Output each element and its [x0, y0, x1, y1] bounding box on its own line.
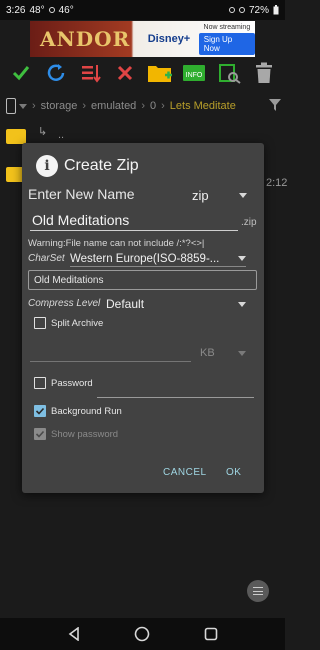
compress-level-value: Default: [106, 297, 145, 311]
chevron-down-icon: [239, 192, 247, 198]
parent-dir-label: ..: [58, 129, 65, 141]
format-value: zip: [192, 187, 209, 203]
show-password-label: Show password: [51, 428, 119, 440]
chevron-down-icon: [238, 256, 246, 261]
ad-brand: Disney+: [147, 33, 191, 45]
charset-preview: Old Meditations: [28, 270, 257, 290]
path-separator-icon: ›: [141, 100, 145, 112]
password-label: Password: [51, 377, 93, 389]
temperature-2: 46°: [58, 4, 74, 16]
signal-icon: [238, 7, 245, 13]
back-icon[interactable]: [67, 627, 81, 641]
password-row[interactable]: Password: [34, 377, 93, 389]
path-separator-icon: ›: [161, 100, 165, 112]
create-zip-dialog: i Create Zip Enter New Name zip Old Medi…: [22, 143, 264, 493]
svg-text:INFO: INFO: [186, 72, 203, 79]
close-icon[interactable]: [112, 60, 138, 86]
device-dropdown-icon[interactable]: [19, 103, 27, 109]
notification-icon: [48, 7, 55, 13]
background-run-row[interactable]: Background Run: [34, 405, 122, 417]
video-icon[interactable]: [216, 60, 242, 86]
charset-select[interactable]: Western Europe(ISO-8859-...: [70, 251, 246, 267]
path-segment[interactable]: emulated: [91, 100, 136, 112]
password-checkbox[interactable]: [34, 377, 46, 389]
ad-banner[interactable]: ANDOR Disney+ Now streaming Sign Up Now: [30, 21, 255, 57]
compress-level-select[interactable]: Default: [106, 296, 246, 312]
split-archive-checkbox[interactable]: [34, 317, 46, 329]
checkmark-icon: [35, 407, 45, 415]
filter-icon[interactable]: [269, 99, 281, 111]
split-archive-label: Split Archive: [51, 317, 104, 329]
battery-percent: 72%: [248, 4, 269, 16]
size-unit-select: KB: [200, 345, 246, 361]
status-time: 3:26: [6, 4, 26, 16]
charset-value: Western Europe(ISO-8859-...: [70, 252, 220, 265]
info-icon[interactable]: INFO: [181, 60, 207, 86]
refresh-icon[interactable]: [43, 60, 69, 86]
recents-icon[interactable]: [204, 627, 218, 641]
path-separator-icon: ›: [82, 100, 87, 112]
path-segment[interactable]: storage: [41, 100, 78, 112]
checkmark-icon: [35, 430, 45, 438]
dialog-header: i Create Zip: [36, 155, 139, 177]
size-unit-value: KB: [200, 347, 215, 359]
ad-title: ANDOR: [40, 27, 131, 51]
parent-dir-arrow-icon: ↳: [38, 126, 48, 138]
cancel-button[interactable]: CANCEL: [163, 467, 207, 478]
path-bar: › storage › emulated › 0 › Lets Meditate: [0, 92, 285, 120]
navigation-bar: [0, 618, 285, 650]
battery-icon: [273, 5, 279, 15]
show-password-checkbox: [34, 428, 46, 440]
chevron-down-icon: [238, 301, 246, 307]
chevron-down-icon: [238, 350, 246, 356]
temperature-1: 48°: [29, 4, 45, 16]
split-size-input: [30, 349, 191, 362]
ok-button[interactable]: OK: [226, 467, 241, 478]
add-folder-icon[interactable]: [147, 60, 173, 86]
path-segment[interactable]: 0: [150, 100, 156, 112]
trash-icon[interactable]: [251, 60, 277, 86]
ad-now-streaming: Now streaming: [203, 23, 251, 31]
check-icon[interactable]: [8, 60, 34, 86]
show-password-row: Show password: [34, 428, 118, 440]
sort-icon[interactable]: [78, 60, 104, 86]
status-bar: 3:26 48° 46° 72%: [0, 0, 285, 20]
filename-warning: Warning:File name can not include /:*?<>…: [28, 238, 205, 249]
format-select[interactable]: zip: [192, 186, 247, 204]
home-icon[interactable]: [134, 626, 150, 642]
ad-signup-button[interactable]: Sign Up Now: [198, 32, 255, 55]
menu-icon: [253, 587, 263, 595]
enter-name-label: Enter New Name: [28, 186, 135, 202]
path-current[interactable]: Lets Meditate: [170, 100, 236, 112]
folder-icon: [6, 129, 26, 144]
item-time: 2:12: [266, 177, 288, 189]
background-run-label: Background Run: [51, 405, 122, 417]
charset-label: CharSet: [28, 253, 65, 264]
dialog-title: Create Zip: [64, 157, 139, 174]
wifi-icon: [228, 7, 235, 13]
name-input[interactable]: Old Meditations: [30, 209, 238, 231]
split-archive-row[interactable]: Split Archive: [34, 317, 103, 329]
device-icon[interactable]: [6, 98, 16, 114]
password-input[interactable]: [97, 387, 254, 398]
compress-level-label: Compress Level: [28, 298, 101, 309]
toolbar: INFO: [0, 58, 285, 88]
path-separator-icon: ›: [32, 100, 36, 112]
menu-fab-button[interactable]: [247, 580, 269, 602]
extension-label: .zip: [241, 217, 257, 228]
background-run-checkbox[interactable]: [34, 405, 46, 417]
info-icon: i: [36, 155, 58, 177]
